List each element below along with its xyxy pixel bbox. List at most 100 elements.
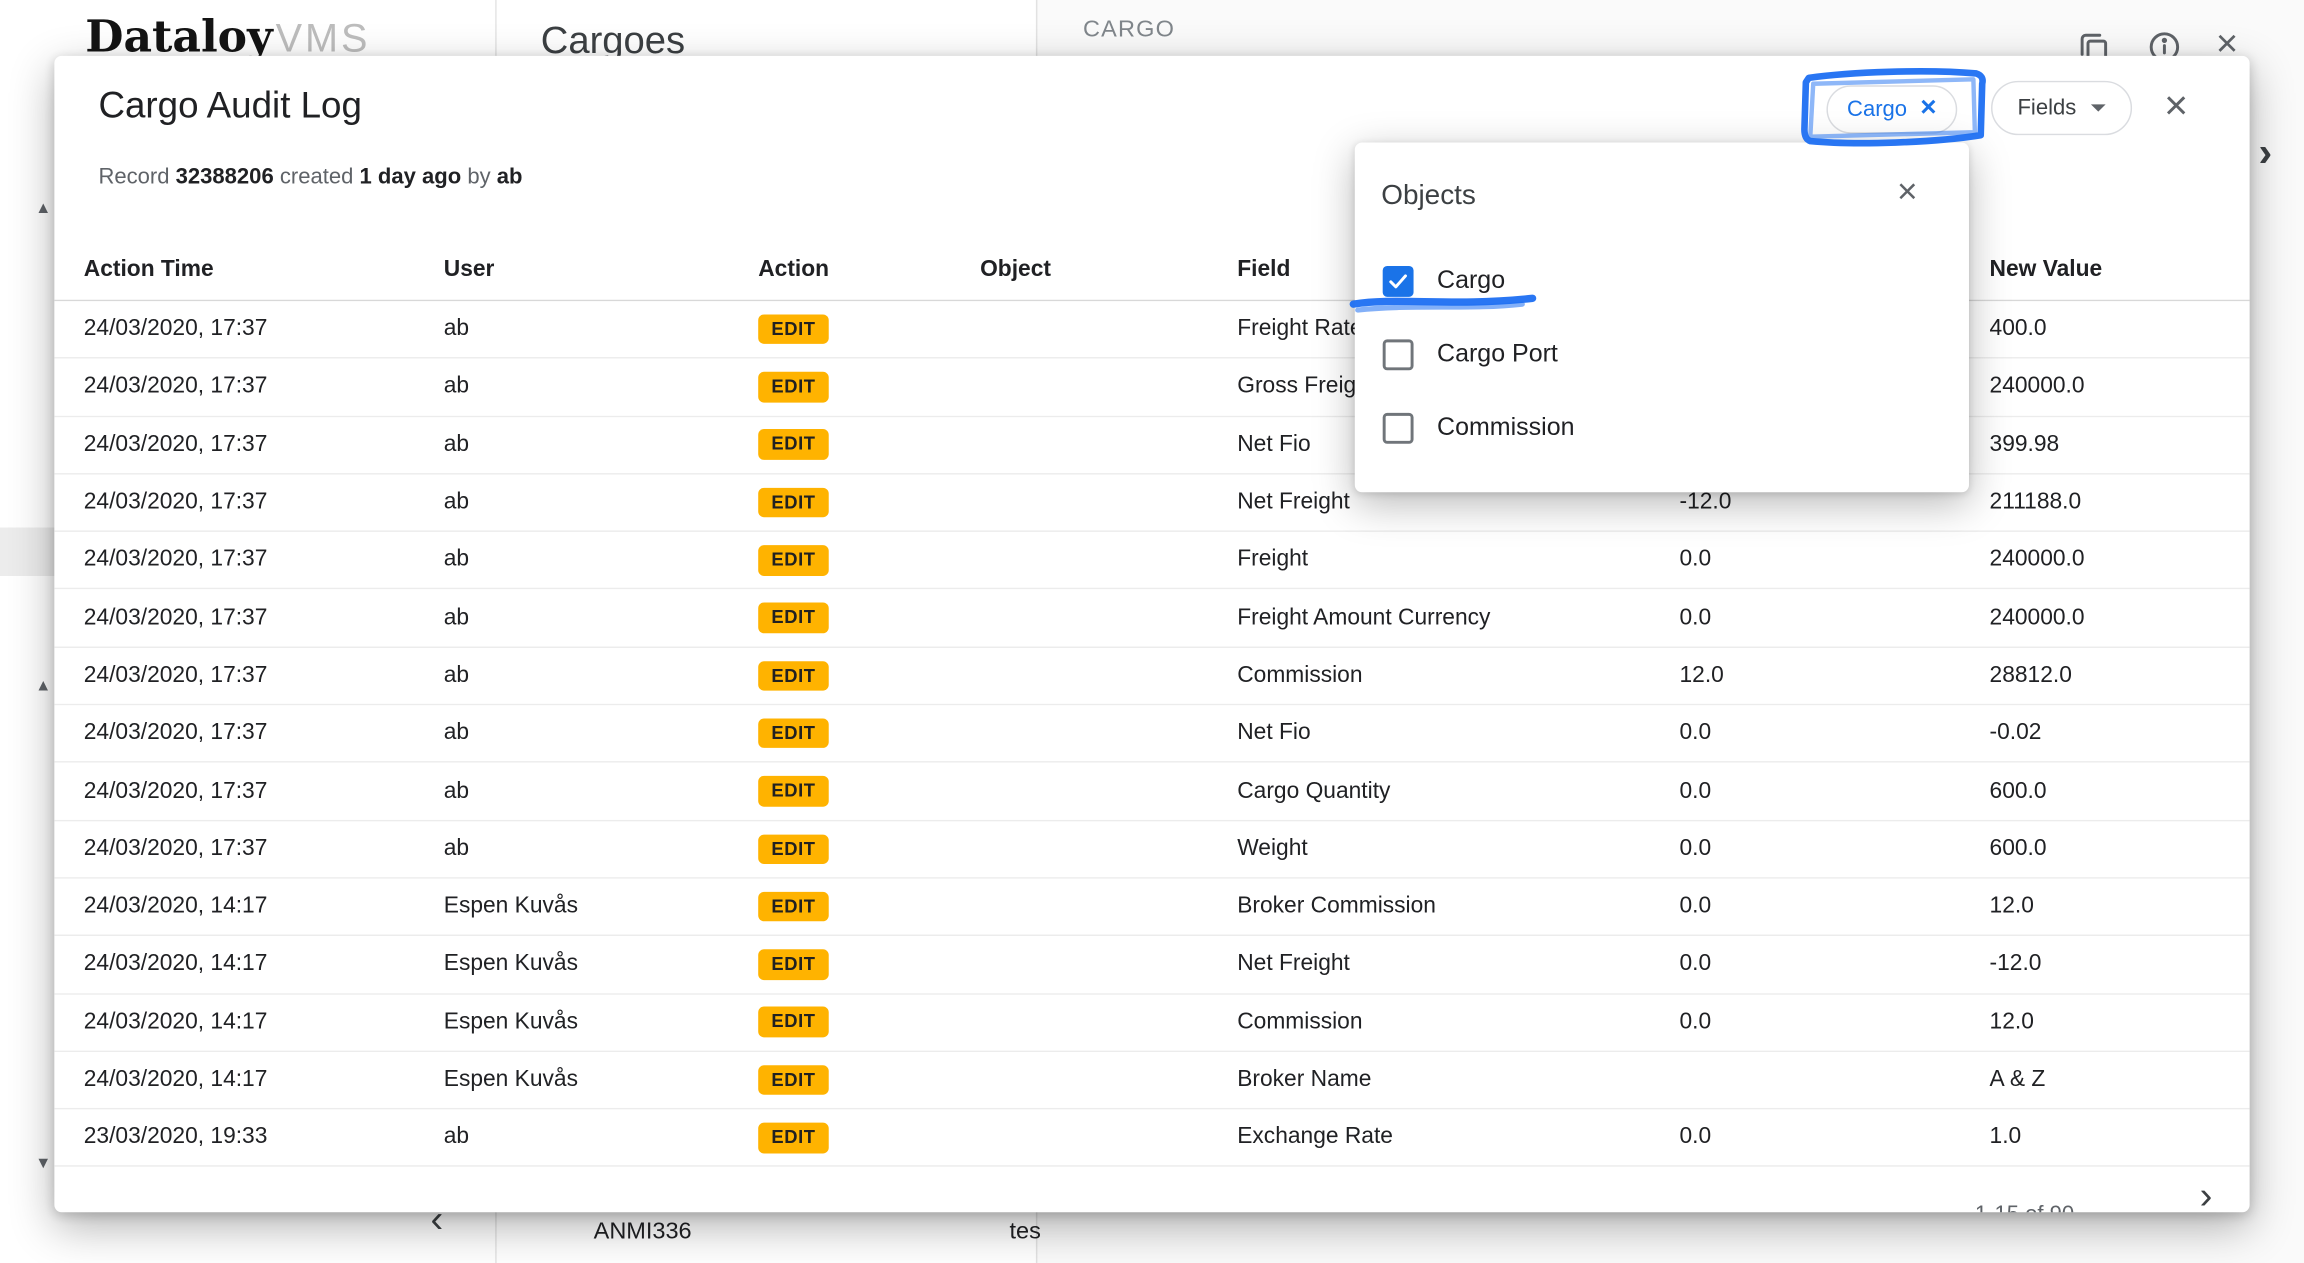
cell-user: ab — [444, 432, 758, 458]
option-commission[interactable]: Commission — [1355, 403, 1969, 453]
panel-expand-chevron-icon[interactable]: › — [2258, 132, 2272, 173]
cell-action-time: 24/03/2020, 17:37 — [84, 432, 444, 458]
cell-user: ab — [444, 663, 758, 689]
cell-action: EDIT — [758, 372, 980, 402]
cell-action: EDIT — [758, 545, 980, 575]
column-header-user: User — [444, 257, 758, 283]
column-header-action: Action — [758, 257, 980, 283]
popup-close-icon[interactable]: × — [1885, 170, 1929, 214]
scroll-up-icon[interactable]: ▲ — [35, 201, 51, 217]
cell-action-time: 24/03/2020, 17:37 — [84, 489, 444, 515]
action-badge: EDIT — [758, 545, 829, 575]
cell-action: EDIT — [758, 661, 980, 691]
cell-old-value: 0.0 — [1680, 605, 1990, 631]
cell-action-time: 24/03/2020, 17:37 — [84, 374, 444, 400]
action-badge: EDIT — [758, 776, 829, 806]
table-row[interactable]: 24/03/2020, 17:37 ab EDIT Commission 12.… — [54, 648, 2249, 706]
record-created-ago: 1 day ago — [360, 165, 462, 190]
fields-button-label: Fields — [2017, 96, 2076, 121]
cell-new-value: -0.02 — [1990, 720, 2221, 746]
option-cargo-port[interactable]: Cargo Port — [1355, 329, 1969, 379]
option-label: Cargo — [1437, 266, 1505, 295]
cell-user: ab — [444, 605, 758, 631]
cell-field: Net Fio — [1237, 720, 1679, 746]
cell-action-time: 24/03/2020, 14:17 — [84, 951, 444, 977]
cell-new-value: 12.0 — [1990, 1009, 2221, 1035]
column-header-object: Object — [980, 257, 1237, 283]
selected-row-highlight — [0, 528, 54, 576]
popup-title: Objects — [1381, 181, 1476, 213]
cell-user: ab — [444, 547, 758, 573]
cell-action: EDIT — [758, 1065, 980, 1095]
cell-action-time: 24/03/2020, 14:17 — [84, 1067, 444, 1093]
action-badge: EDIT — [758, 1065, 829, 1095]
record-summary: Record 32388206 created 1 day ago by ab — [98, 165, 522, 190]
cell-action-time: 24/03/2020, 14:17 — [84, 894, 444, 920]
table-row[interactable]: 24/03/2020, 14:17 Espen Kuvås EDIT Commi… — [54, 994, 2249, 1052]
action-badge: EDIT — [758, 661, 829, 691]
table-row[interactable]: 24/03/2020, 14:17 Espen Kuvås EDIT Broke… — [54, 879, 2249, 937]
cell-user: ab — [444, 489, 758, 515]
cell-new-value: 600.0 — [1990, 836, 2221, 862]
option-label: Commission — [1437, 413, 1574, 442]
cell-new-value: 240000.0 — [1990, 374, 2221, 400]
pagination-next-icon[interactable]: › — [2200, 1176, 2213, 1213]
action-badge: EDIT — [758, 314, 829, 344]
cell-old-value: 12.0 — [1680, 663, 1990, 689]
cell-user: Espen Kuvås — [444, 1067, 758, 1093]
option-cargo[interactable]: Cargo — [1355, 256, 1969, 306]
cell-action: EDIT — [758, 1007, 980, 1037]
action-badge: EDIT — [758, 1123, 829, 1153]
table-row[interactable]: 24/03/2020, 14:17 Espen Kuvås EDIT Broke… — [54, 1052, 2249, 1110]
pagination-range: 1-15 of 90 — [1975, 1202, 2074, 1212]
action-badge: EDIT — [758, 718, 829, 748]
table-row[interactable]: 24/03/2020, 17:37 ab EDIT Freight Amount… — [54, 590, 2249, 648]
object-filter-chip[interactable]: Cargo × — [1826, 85, 1957, 133]
scroll-down-icon[interactable]: ▼ — [35, 1156, 51, 1172]
cell-field: Freight Amount Currency — [1237, 605, 1679, 631]
commission-checkbox[interactable] — [1383, 412, 1414, 443]
cell-old-value: 0.0 — [1680, 1009, 1990, 1035]
table-row[interactable]: 24/03/2020, 17:37 ab EDIT Net Fio 0.0 -0… — [54, 705, 2249, 763]
cell-action: EDIT — [758, 892, 980, 922]
fields-dropdown-button[interactable]: Fields — [1991, 81, 2132, 135]
cargo-checkbox[interactable] — [1383, 265, 1414, 296]
table-row[interactable]: 23/03/2020, 19:33 ab EDIT Exchange Rate … — [54, 1110, 2249, 1168]
table-row[interactable]: 24/03/2020, 17:37 ab EDIT Weight 0.0 600… — [54, 821, 2249, 879]
dialog-close-icon[interactable]: × — [2153, 82, 2200, 129]
table-row[interactable]: 24/03/2020, 17:37 ab EDIT Freight 0.0 24… — [54, 532, 2249, 590]
cell-field: Freight — [1237, 547, 1679, 573]
cell-action: EDIT — [758, 1123, 980, 1153]
action-badge: EDIT — [758, 892, 829, 922]
cell-new-value: 600.0 — [1990, 778, 2221, 804]
cell-action: EDIT — [758, 488, 980, 518]
column-header-action-time: Action Time — [84, 257, 444, 283]
cargo-port-checkbox[interactable] — [1383, 339, 1414, 370]
scroll-up-icon[interactable]: ▲ — [35, 679, 51, 695]
cell-action: EDIT — [758, 718, 980, 748]
brand-suffix: VMS — [276, 16, 371, 60]
column-header-new-value: New Value — [1990, 257, 2221, 283]
cell-action-time: 23/03/2020, 19:33 — [84, 1125, 444, 1151]
cell-user: ab — [444, 316, 758, 342]
cell-field: Exchange Rate — [1237, 1125, 1679, 1151]
objects-filter-popup: Objects × Cargo Cargo Port Commission — [1355, 143, 1969, 493]
option-label: Cargo Port — [1437, 339, 1558, 368]
cell-new-value: 12.0 — [1990, 894, 2221, 920]
cell-field: Broker Commission — [1237, 894, 1679, 920]
screen: DataloyVMS Cargoes CARGO × › ▲ ▲ ▼ ‹ ANM… — [0, 0, 2304, 1263]
action-badge: EDIT — [758, 949, 829, 979]
chip-remove-icon[interactable]: × — [1920, 94, 1936, 122]
chevron-down-icon — [2091, 104, 2106, 111]
cell-field: Net Freight — [1237, 951, 1679, 977]
action-badge: EDIT — [758, 430, 829, 460]
action-badge: EDIT — [758, 603, 829, 633]
cell-new-value: -12.0 — [1990, 951, 2221, 977]
table-row[interactable]: 24/03/2020, 17:37 ab EDIT Cargo Quantity… — [54, 763, 2249, 821]
cell-user: Espen Kuvås — [444, 951, 758, 977]
cell-new-value: 400.0 — [1990, 316, 2221, 342]
chip-label: Cargo — [1847, 97, 1907, 122]
cell-old-value: 0.0 — [1680, 720, 1990, 746]
cell-user: Espen Kuvås — [444, 894, 758, 920]
table-row[interactable]: 24/03/2020, 14:17 Espen Kuvås EDIT Net F… — [54, 936, 2249, 994]
